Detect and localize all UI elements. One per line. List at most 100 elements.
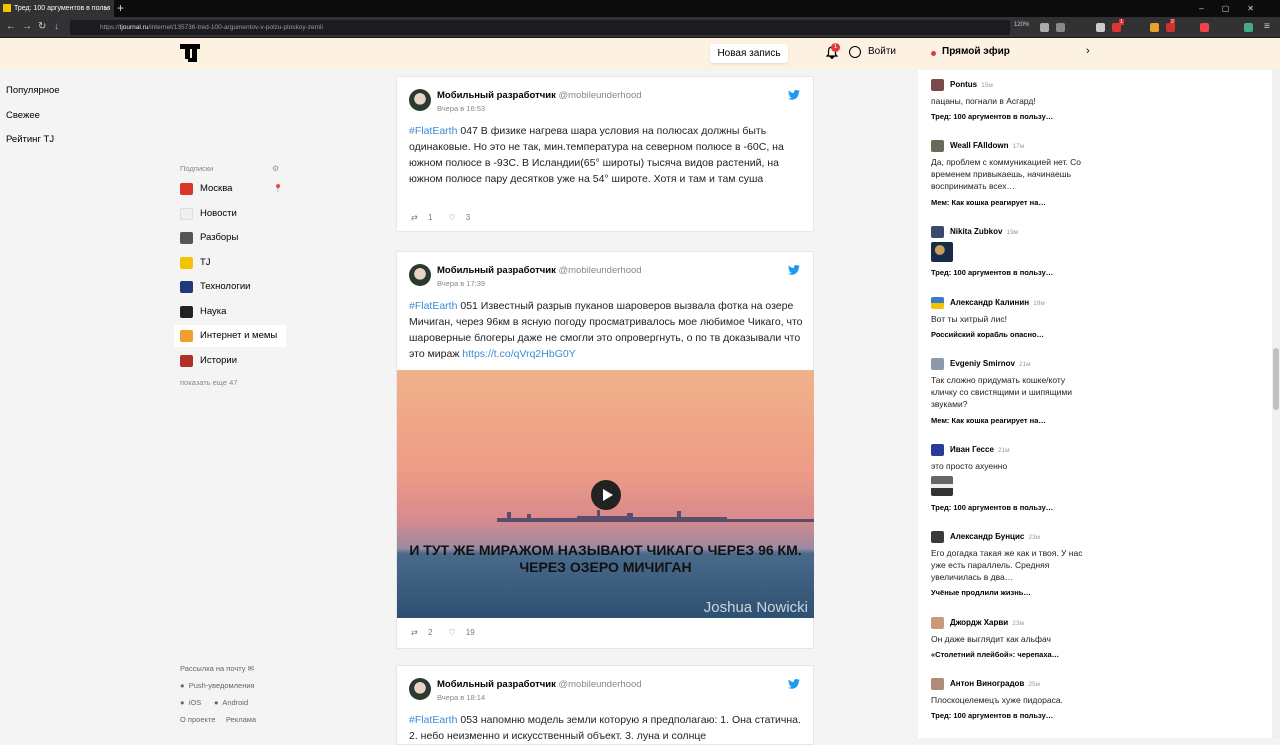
about-link[interactable]: О проекте (180, 715, 215, 724)
browser-nav-bar: ← → ↻ ↓ https://tjournal.ru/internet/135… (0, 17, 1280, 38)
forward-icon[interactable]: → (22, 20, 32, 34)
ios-link[interactable]: ● iOS (180, 698, 201, 707)
ads-link[interactable]: Реклама (226, 715, 256, 724)
avatar[interactable] (931, 358, 944, 370)
scrollbar-thumb[interactable] (1273, 348, 1279, 410)
comment-thread-link[interactable]: «Столетний плейбой»: черепаха… (931, 650, 1059, 659)
comment-author[interactable]: Александр Калинин (950, 298, 1029, 307)
twitter-bird-icon[interactable] (788, 90, 800, 100)
memes-icon (180, 330, 193, 342)
retweet-button[interactable]: ⇄ 1 (411, 213, 440, 222)
comment-time: 19м (1033, 300, 1045, 307)
tweet-time[interactable]: Вчера в 17:39 (437, 279, 485, 288)
extension-icon[interactable] (1096, 23, 1105, 32)
hashtag-link[interactable]: #FlatEarth (409, 714, 457, 726)
twitter-bird-icon[interactable] (788, 679, 800, 689)
nav-rating[interactable]: Рейтинг TJ (6, 134, 54, 145)
close-tab-icon[interactable]: ✕ (103, 0, 110, 17)
sub-science[interactable]: Наука (174, 301, 286, 323)
comment-thread-link[interactable]: Мем: Как кошка реагирует на… (931, 416, 1046, 425)
comment-thread-link[interactable]: Мем: Как кошка реагирует на… (931, 198, 1046, 207)
nav-fresh[interactable]: Свежее (6, 110, 40, 121)
sub-internet-memes[interactable]: Интернет и мемы (174, 325, 286, 347)
extension-icon-3[interactable] (1200, 23, 1209, 32)
comment-author[interactable]: Pontus (950, 80, 977, 89)
avatar[interactable] (931, 79, 944, 91)
sub-stories[interactable]: Истории (174, 350, 286, 372)
tech-icon (180, 281, 193, 293)
comment-image[interactable] (931, 242, 953, 262)
comment-author[interactable]: Weall FAlldown (950, 141, 1009, 150)
comment-thread-link[interactable]: Российский корабль опасно… (931, 330, 1044, 339)
avatar[interactable] (931, 226, 944, 238)
window-controls[interactable]: –▢✕ (1199, 0, 1272, 17)
extension-icon-4[interactable] (1244, 23, 1253, 32)
avatar[interactable] (931, 297, 944, 309)
new-tab-icon[interactable]: + (117, 0, 124, 17)
like-button[interactable]: ♡ 19 (448, 628, 482, 637)
comment-author[interactable]: Александр Бунцис (950, 532, 1024, 541)
hashtag-link[interactable]: #FlatEarth (409, 125, 457, 137)
comment-thread-link[interactable]: Тред: 100 аргументов в пользу… (931, 503, 1053, 512)
comment-author[interactable]: Evgeniy Smirnov (950, 359, 1015, 368)
hashtag-link[interactable]: #FlatEarth (409, 300, 457, 312)
back-icon[interactable]: ← (6, 20, 16, 34)
avatar[interactable] (931, 531, 944, 543)
sub-news[interactable]: Новости (174, 203, 286, 225)
url-bar[interactable]: https://tjournal.ru/internet/135736-tred… (70, 20, 1010, 35)
live-stream-link[interactable]: Прямой эфир (942, 46, 1010, 57)
avatar[interactable] (931, 444, 944, 456)
menu-icon[interactable]: ≡ (1264, 20, 1270, 34)
browser-tab-active[interactable]: Тред: 100 аргументов в польз ✕ (0, 0, 114, 17)
comment-thread-link[interactable]: Тред: 100 аргументов в пользу… (931, 268, 1053, 277)
tweet-author[interactable]: Мобильный разработчик @mobileunderhood (437, 679, 642, 690)
comment-author[interactable]: Джордж Харви (950, 618, 1008, 627)
tweet-time[interactable]: Вчера в 18:14 (437, 693, 485, 702)
pocket-icon[interactable] (1040, 23, 1049, 32)
comment-image[interactable] (931, 476, 953, 496)
login-button[interactable]: Войти (868, 46, 896, 57)
bookmark-star-icon[interactable] (1056, 23, 1065, 32)
tweet-link[interactable]: https://t.co/qVrq2HbG0Y (462, 348, 575, 360)
comment-thread-link[interactable]: Тред: 100 аргументов в пользу… (931, 112, 1053, 121)
comment-author[interactable]: Nikita Zubkov (950, 227, 1002, 236)
sub-moscow[interactable]: Москва (174, 178, 286, 200)
avatar[interactable] (409, 678, 431, 700)
newsletter-link[interactable]: Рассылка на почту ✉ (180, 664, 254, 673)
user-icon[interactable] (849, 46, 861, 58)
avatar[interactable] (931, 617, 944, 629)
retweet-button[interactable]: ⇄ 2 (411, 628, 440, 637)
comment-author[interactable]: Антон Виноградов (950, 679, 1024, 688)
avatar[interactable] (931, 140, 944, 152)
chevron-right-icon[interactable]: › (1086, 45, 1090, 57)
push-link[interactable]: ● Push-уведомления (180, 681, 255, 690)
android-link[interactable]: ● Android (214, 698, 248, 707)
comment-text: Так сложно придумать кошке/коту кличку с… (931, 375, 1072, 409)
tweet-video[interactable]: И ТУТ ЖЕ МИРАЖОМ НАЗЫВАЮТ ЧИКАГО ЧЕРЕЗ 9… (397, 370, 814, 618)
tweet-time[interactable]: Вчера в 16:53 (437, 104, 485, 113)
like-button[interactable]: ♡ 3 (448, 213, 478, 222)
tweet-author[interactable]: Мобильный разработчик @mobileunderhood (437, 265, 642, 276)
nav-popular[interactable]: Популярное (6, 85, 60, 96)
avatar[interactable] (409, 264, 431, 286)
tweet-author[interactable]: Мобильный разработчик @mobileunderhood (437, 90, 642, 101)
comment-thread-link[interactable]: Учёные продлили жизнь… (931, 588, 1031, 597)
sub-analysis[interactable]: Разборы (174, 227, 286, 249)
avatar[interactable] (409, 89, 431, 111)
sub-tech[interactable]: Технологии (174, 276, 286, 298)
show-more-link[interactable]: показать еще 47 (180, 378, 238, 387)
twitter-bird-icon[interactable] (788, 265, 800, 275)
avatar[interactable] (931, 678, 944, 690)
download-icon[interactable]: ↓ (54, 20, 59, 34)
android-icon: ● (214, 698, 219, 707)
tj-logo-icon[interactable] (180, 44, 200, 64)
gear-icon[interactable]: ⚙ (272, 164, 279, 173)
comment-author[interactable]: Иван Гессе (950, 445, 994, 454)
sub-tj[interactable]: TJ (174, 252, 286, 274)
comment-thread-link[interactable]: Тред: 100 аргументов в пользу… (931, 711, 1053, 720)
zoom-level[interactable]: 120% (1014, 22, 1029, 28)
reload-icon[interactable]: ↻ (38, 20, 46, 34)
extension-orange-icon[interactable] (1150, 23, 1159, 32)
play-button[interactable] (591, 480, 621, 510)
new-post-button[interactable]: Новая запись (710, 44, 788, 63)
